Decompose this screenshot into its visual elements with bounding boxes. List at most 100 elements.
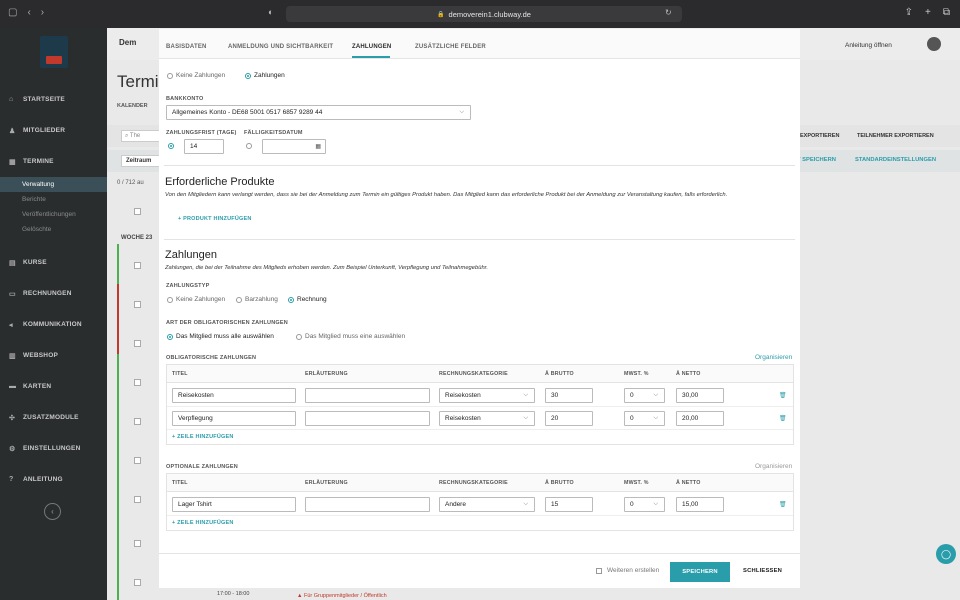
netto-input[interactable]: 20,00 [676,411,724,426]
address-bar[interactable]: 🔒 demoverein1.clubway.de [286,6,682,22]
save-button[interactable]: SPEICHERN [670,562,730,582]
export-participants-button[interactable]: TEILNEHMER EXPORTIEREN [857,133,934,139]
add-product-button[interactable]: + PRODUKT HINZUFÜGEN [178,216,252,222]
brutto-input[interactable]: 15 [545,497,593,512]
sidebar-toggle-icon[interactable]: ▢ [8,7,17,18]
default-settings-button[interactable]: STANDARDEINSTELLUNGEN [855,157,936,163]
tab-basisdaten[interactable]: BASISDATEN [166,44,207,50]
row-checkbox[interactable] [134,262,141,269]
sidebar-item-rechnungen[interactable]: ▭ RECHNUNGEN [0,278,107,309]
add-row-optional-button[interactable]: + ZEILE HINZUFÜGEN [172,520,234,526]
add-row-obligatory-button[interactable]: + ZEILE HINZUFÜGEN [172,434,234,440]
payments-title: Zahlungen [165,249,217,261]
radio-type-bar[interactable]: Barzahlung [236,296,278,303]
tabs-overview-icon[interactable]: ⧉ [943,7,950,18]
brutto-input[interactable]: 30 [545,388,593,403]
sidebar-item-zusatzmodule[interactable]: ✣ ZUSATZMODULE [0,402,107,433]
zeitraum-filter[interactable]: Zeitraum [121,155,161,167]
optional-label: OPTIONALE ZAHLUNGEN [166,464,238,470]
radio-keine-zahlungen[interactable]: Keine Zahlungen [167,72,225,79]
radio-must-one[interactable]: Das Mitglied muss eine auswählen [296,333,405,340]
radio-type-rechnung[interactable]: Rechnung [288,296,327,303]
row-checkbox[interactable] [134,418,141,425]
trash-icon[interactable]: 🗑 [779,415,787,422]
search-input[interactable]: ⌕ The [121,130,161,142]
row-checkbox[interactable] [134,579,141,586]
tab-zahlungen[interactable]: ZAHLUNGEN [352,44,391,50]
back-icon[interactable]: ‹ [27,7,30,18]
trash-icon[interactable]: 🗑 [779,392,787,399]
kategorie-select[interactable]: Reisekosten ⌵ [439,388,535,403]
radio-frist[interactable] [168,143,174,149]
sidebar-sub-verwaltung[interactable]: Verwaltung [0,177,107,192]
sidebar-item-anleitung[interactable]: ? ANLEITUNG [0,464,107,495]
sidebar-sub-geloeschte[interactable]: Gelöschte [0,222,107,237]
sidebar-sub-veroeffentlichungen[interactable]: Veröffentlichungen [0,207,107,222]
kategorie-select[interactable]: Reisekosten ⌵ [439,411,535,426]
row-checkbox[interactable] [134,208,141,215]
netto-input[interactable]: 30,00 [676,388,724,403]
radio-circle [167,72,173,79]
create-another-checkbox[interactable] [596,568,602,574]
row-checkbox[interactable] [134,496,141,503]
radio-type-keine[interactable]: Keine Zahlungen [167,296,225,303]
netto-input[interactable]: 15,00 [676,497,724,512]
sidebar-sub-berichte[interactable]: Berichte [0,192,107,207]
sidebar-item-karten[interactable]: ▬ KARTEN [0,371,107,402]
erlaeuterung-input[interactable] [305,388,430,403]
radio-label: Rechnung [297,296,327,303]
mwst-value: 0 [630,501,634,508]
tab-zusaetzliche-felder[interactable]: ZUSÄTZLICHE FELDER [415,44,486,50]
collapse-sidebar-button[interactable]: ‹ [44,503,61,520]
new-tab-icon[interactable]: + [925,7,931,18]
row-checkbox[interactable] [134,540,141,547]
save-filter-button[interactable]: T SPEICHERN [797,157,836,163]
mwst-select[interactable]: 0 ⌵ [624,411,665,426]
mwst-select[interactable]: 0 ⌵ [624,497,665,512]
row-checkbox[interactable] [134,379,141,386]
club-logo[interactable] [40,36,68,68]
sidebar-item-startseite[interactable]: ⌂ STARTSEITE [0,84,107,115]
calendar-icon[interactable]: ▦ [315,143,321,150]
erlaeuterung-input[interactable] [305,497,430,512]
titel-input[interactable]: Verpflegung [172,411,296,426]
row-checkbox[interactable] [134,457,141,464]
tab-anmeldung[interactable]: ANMELDUNG UND SICHTBARKEIT [228,44,333,50]
frist-input[interactable]: 14 [184,139,224,154]
sidebar-item-termine[interactable]: ▦ TERMINE [0,146,107,177]
sidebar-item-einstellungen[interactable]: ⚙ EINSTELLUNGEN [0,433,107,464]
brutto-input[interactable]: 20 [545,411,593,426]
export-button[interactable]: EXPORTIEREN [800,133,839,139]
mwst-select[interactable]: 0 ⌵ [624,388,665,403]
date-input[interactable]: ▦ [262,139,326,154]
close-button[interactable]: SCHLIESSEN [743,568,782,574]
chat-button[interactable]: ◯ [936,544,956,564]
avatar[interactable] [927,37,941,51]
radio-must-all[interactable]: Das Mitglied muss alle auswählen [167,333,274,340]
privacy-shield-icon[interactable]: ◐ [268,7,273,17]
radio-label: Das Mitglied muss eine auswählen [305,333,406,340]
anleitung-link[interactable]: Anleitung öffnen [845,42,892,49]
forward-icon[interactable]: › [41,7,44,18]
kategorie-select[interactable]: Andere ⌵ [439,497,535,512]
organize-optional-link[interactable]: Organisieren [755,463,792,470]
bank-select[interactable]: Allgemeines Konto - DE68 5001 0517 6857 … [166,105,471,120]
radio-faelligkeit[interactable] [246,143,252,149]
sidebar-item-webshop[interactable]: ▥ WEBSHOP [0,340,107,371]
radio-zahlungen[interactable]: Zahlungen [245,72,285,79]
trash-icon[interactable]: 🗑 [779,501,787,508]
titel-input[interactable]: Lager Tshirt [172,497,296,512]
table-row: Verpflegung Reisekosten ⌵ 20 0 ⌵ 20,00 🗑 [167,407,793,430]
row-checkbox[interactable] [134,301,141,308]
sidebar-item-mitglieder[interactable]: ♟ MITGLIEDER [0,115,107,146]
erlaeuterung-input[interactable] [305,411,430,426]
share-icon[interactable]: ⇪ [905,7,913,18]
titel-input[interactable]: Reisekosten [172,388,296,403]
radio-label: Keine Zahlungen [176,72,226,79]
organize-obligatory-link[interactable]: Organisieren [755,354,792,361]
reload-icon[interactable]: ↻ [665,8,672,17]
sidebar-item-kurse[interactable]: ▤ KURSE [0,247,107,278]
sidebar-item-kommunikation[interactable]: ◂ KOMMUNIKATION [0,309,107,340]
col-titel: TITEL [172,480,188,486]
row-checkbox[interactable] [134,340,141,347]
